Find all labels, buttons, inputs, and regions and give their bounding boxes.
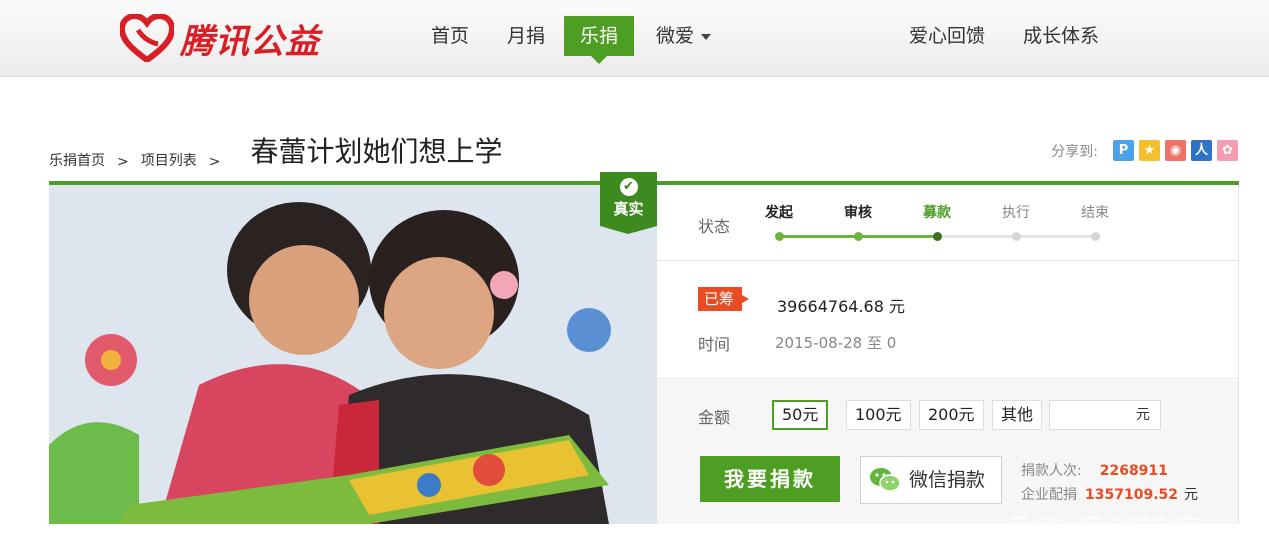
- donate-button[interactable]: 我要捐款: [700, 456, 840, 502]
- share-label: 分享到:: [1051, 143, 1098, 160]
- raised-row: 已筹 39664764.68 元 时间 2015-08-28 至 0: [657, 261, 1238, 379]
- raised-amount: 39664764.68 元: [777, 297, 905, 316]
- wechat-icon: [870, 468, 901, 492]
- wechat-donate-label: 微信捐款: [909, 469, 986, 491]
- pengyou-icon[interactable]: P: [1113, 140, 1134, 161]
- kaixin-icon[interactable]: ✿: [1217, 140, 1238, 161]
- chevron-down-icon: [701, 33, 712, 40]
- breadcrumb-home[interactable]: 乐捐首页: [49, 150, 105, 170]
- donor-count-value: 2268911: [1099, 463, 1168, 479]
- tencent-charity-logo[interactable]: 腾讯公益: [120, 14, 320, 62]
- amount-option-200[interactable]: 200元: [919, 400, 984, 430]
- project-info-panel: 状态 发起 审核 募款 执行 结束 已筹 39664764.68 元 时间 20…: [657, 185, 1239, 524]
- corporate-match-label: 企业配捐: [1021, 487, 1077, 503]
- verified-badge: ✔ 真实: [600, 172, 657, 234]
- breadcrumb: 乐捐首页 > 项目列表 > 春蕾计划她们想上学: [49, 130, 502, 170]
- project-photo: [49, 185, 657, 524]
- donor-count: 捐款人次: 2268911: [1021, 460, 1168, 480]
- heart-logo-icon: [120, 14, 174, 62]
- top-navbar: 腾讯公益 首页 月捐 乐捐 微爱 爱心回馈 成长体系: [0, 0, 1269, 77]
- breadcrumb-separator: >: [208, 154, 221, 170]
- nav-home[interactable]: 首页: [431, 16, 469, 56]
- corporate-match-unit: 元: [1184, 487, 1198, 503]
- verified-badge-label: 真实: [613, 200, 644, 218]
- nav-feedback[interactable]: 爱心回馈: [909, 16, 985, 56]
- weibo-icon[interactable]: ◉: [1165, 140, 1186, 161]
- qzone-icon[interactable]: ★: [1139, 140, 1160, 161]
- breadcrumb-list[interactable]: 项目列表: [141, 150, 197, 170]
- step-finish: 结束: [1081, 205, 1109, 221]
- status-label: 状态: [698, 217, 731, 236]
- nav-weiai[interactable]: 微爱: [656, 16, 712, 56]
- step-execute: 执行: [1002, 205, 1030, 221]
- step-fundraising: 募款: [923, 205, 951, 221]
- nav-lejuan[interactable]: 乐捐: [564, 16, 635, 64]
- children-reading-image: [49, 185, 657, 524]
- corporate-match: 企业配捐 1357109.52 元: [1021, 484, 1198, 504]
- renren-icon[interactable]: 人: [1191, 140, 1212, 161]
- corporate-match-value: 1357109.52: [1085, 487, 1178, 503]
- step-dot: [1012, 232, 1021, 241]
- nav-growth[interactable]: 成长体系: [1023, 16, 1099, 56]
- step-launch: 发起: [765, 205, 793, 221]
- check-icon: ✔: [619, 178, 638, 196]
- breadcrumb-separator: >: [117, 154, 129, 170]
- status-row: 状态 发起 审核 募款 执行 结束: [657, 185, 1238, 261]
- amount-label: 金额: [698, 408, 731, 427]
- other-amount-input[interactable]: 元: [1049, 400, 1161, 430]
- step-dot: [854, 232, 863, 241]
- step-dot: [1091, 232, 1100, 241]
- time-label: 时间: [698, 335, 731, 354]
- donate-area: 金额 50元 100元 200元 其他 元 我要捐款 微信捐款 捐款人次: 226…: [657, 380, 1238, 524]
- step-dot-current: [933, 232, 942, 241]
- step-dot: [775, 232, 784, 241]
- nav-weiai-label: 微爱: [656, 25, 695, 47]
- donor-count-label: 捐款人次:: [1021, 463, 1082, 479]
- watermark-text: 风闻社区@锌刻度: [1008, 514, 1200, 542]
- page-title: 春蕾计划她们想上学: [250, 135, 503, 168]
- raised-tag: 已筹: [698, 287, 750, 311]
- step-review: 审核: [844, 205, 872, 221]
- amount-option-50[interactable]: 50元: [772, 400, 829, 430]
- share-bar: 分享到: P ★ ◉ 人 ✿: [1051, 140, 1238, 161]
- logo-text: 腾讯公益: [180, 21, 320, 62]
- amount-option-100[interactable]: 100元: [846, 400, 911, 430]
- time-value: 2015-08-28 至 0: [775, 334, 897, 352]
- amount-option-other[interactable]: 其他: [992, 400, 1043, 430]
- wechat-donate-button[interactable]: 微信捐款: [860, 456, 1002, 504]
- nav-monthly[interactable]: 月捐: [507, 16, 545, 56]
